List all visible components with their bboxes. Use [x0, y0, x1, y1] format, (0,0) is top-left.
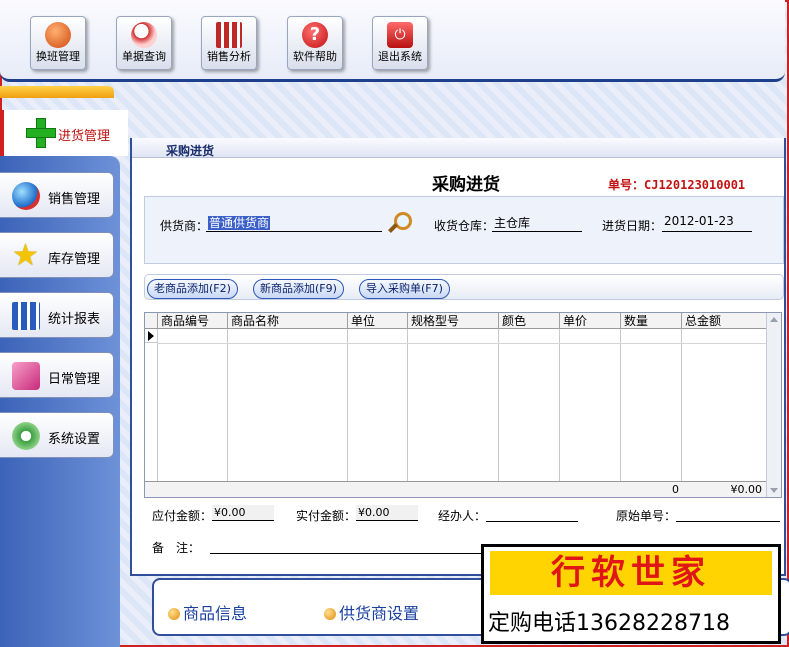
gear-icon — [12, 422, 40, 450]
nav-item-label: 库存管理 — [48, 252, 101, 267]
advertisement-banner: 行软世家 定购电话13628228718 — [481, 544, 781, 644]
top-toolbar: 换班管理 单据查询 销售分析 ? 软件帮助 ⏻ 退出系统 — [0, 0, 785, 82]
nav-item-label: 进货管理 — [58, 129, 111, 144]
total-quantity: 0 — [672, 483, 679, 496]
purchase-window: 采购进货 采购进货 单号：CJ120123010001 供货商： 普通供货商 收… — [130, 138, 786, 576]
sidebar: 销售管理 ★ 库存管理 统计报表 日常管理 系统设置 — [0, 156, 120, 647]
column-header[interactable]: 商品编号 — [157, 313, 227, 329]
window-titlebar: 采购进货 — [132, 138, 784, 158]
supplier-label: 供货商： — [160, 219, 209, 233]
help-icon: ? — [302, 22, 328, 48]
note-label: 备 注： — [152, 541, 201, 555]
date-field[interactable]: 2012-01-23 — [662, 214, 752, 232]
payable-field[interactable]: ¥0.00 — [212, 505, 274, 521]
supplier-field[interactable]: 普通供货商 — [206, 214, 382, 232]
exit-system-label: 退出系统 — [378, 50, 422, 63]
total-amount: ¥0.00 — [730, 483, 763, 496]
column-divider — [347, 329, 348, 481]
ad-phone: 定购电话13628228718 — [488, 611, 730, 636]
action-bar: 老商品添加(F2) 新商品添加(F9) 导入采购单(F7) — [144, 274, 784, 300]
column-divider — [620, 329, 621, 481]
column-header[interactable]: 单位 — [347, 313, 407, 329]
scroll-down-icon[interactable] — [770, 488, 778, 493]
table-row[interactable] — [157, 343, 767, 344]
window-title: 采购进货 — [166, 144, 215, 158]
column-header[interactable]: 商品名称 — [227, 313, 347, 329]
warehouse-field[interactable]: 主仓库 — [492, 214, 582, 232]
original-number-label: 原始单号： — [616, 509, 677, 523]
users-icon — [45, 22, 71, 48]
nav-item-label: 销售管理 — [48, 192, 101, 207]
table-scrollbar[interactable] — [766, 313, 781, 497]
table-footer: 0 ¥0.00 — [145, 481, 767, 497]
column-divider — [681, 329, 682, 481]
row-selector-arrow-icon[interactable] — [145, 329, 157, 343]
column-divider — [498, 329, 499, 481]
nav-item-system-settings[interactable]: 系统设置 — [0, 412, 114, 458]
product-table[interactable]: 商品编号 商品名称 单位 规格型号 颜色 单价 数量 总金额 0 ¥0.00 — [144, 312, 782, 498]
supplier-settings-link[interactable]: 供货商设置 — [324, 600, 419, 624]
column-divider — [559, 329, 560, 481]
power-icon: ⏻ — [387, 22, 413, 48]
column-divider — [227, 329, 228, 481]
handler-field[interactable] — [486, 504, 578, 522]
import-purchase-order-button[interactable]: 导入采购单(F7) — [359, 279, 450, 299]
payable-label: 应付金额： — [152, 509, 213, 523]
paid-label: 实付金额： — [296, 509, 357, 523]
nav-item-sales-management[interactable]: 销售管理 — [0, 172, 114, 218]
document-query-button[interactable]: 单据查询 — [116, 16, 172, 70]
supplier-search-icon[interactable] — [388, 212, 412, 234]
sales-analysis-label: 销售分析 — [207, 50, 251, 63]
column-header[interactable]: 数量 — [620, 313, 681, 329]
tools-icon — [12, 362, 40, 390]
nav-item-purchase-management[interactable]: 进货管理 — [0, 110, 128, 156]
date-label: 进货日期： — [602, 219, 663, 233]
column-header[interactable]: 规格型号 — [407, 313, 498, 329]
scroll-up-icon[interactable] — [770, 317, 778, 322]
column-header[interactable]: 单价 — [559, 313, 620, 329]
table-header: 商品编号 商品名称 单位 规格型号 颜色 单价 数量 总金额 — [145, 313, 767, 329]
nav-item-label: 系统设置 — [48, 432, 101, 447]
star-icon: ★ — [12, 238, 39, 273]
globe-icon — [12, 182, 40, 210]
nav-item-statistics-report[interactable]: 统计报表 — [0, 292, 114, 338]
nav-header-strip — [0, 86, 114, 98]
product-info-link[interactable]: 商品信息 — [168, 600, 247, 624]
nav-item-inventory-management[interactable]: ★ 库存管理 — [0, 232, 114, 278]
nav-item-daily-management[interactable]: 日常管理 — [0, 352, 114, 398]
bullet-icon — [168, 608, 180, 620]
nav-item-label: 日常管理 — [48, 372, 101, 387]
order-number: 单号：CJ120123010001 — [608, 178, 746, 192]
ad-brand: 行软世家 — [490, 551, 772, 595]
sales-analysis-button[interactable]: 销售分析 — [201, 16, 257, 70]
form-title: 采购进货 — [432, 175, 500, 195]
add-old-product-button[interactable]: 老商品添加(F2) — [147, 279, 238, 299]
handler-label: 经办人： — [438, 509, 487, 523]
column-divider — [407, 329, 408, 481]
search-icon — [131, 22, 157, 48]
product-info-label: 商品信息 — [183, 604, 248, 623]
software-help-label: 软件帮助 — [293, 50, 337, 63]
shift-management-label: 换班管理 — [36, 50, 80, 63]
supplier-settings-label: 供货商设置 — [339, 604, 420, 623]
column-divider — [157, 329, 158, 481]
column-header[interactable]: 颜色 — [498, 313, 559, 329]
paid-field[interactable]: ¥0.00 — [356, 505, 418, 521]
bar-chart-icon — [216, 22, 242, 48]
bullet-icon — [324, 608, 336, 620]
exit-system-button[interactable]: ⏻ 退出系统 — [372, 16, 428, 70]
plus-icon — [26, 118, 56, 148]
document-query-label: 单据查询 — [122, 50, 166, 63]
supplier-value: 普通供货商 — [208, 216, 271, 230]
report-icon — [12, 302, 40, 330]
warehouse-label: 收货仓库： — [434, 219, 495, 233]
column-header[interactable]: 总金额 — [681, 313, 767, 329]
software-help-button[interactable]: ? 软件帮助 — [287, 16, 343, 70]
shift-management-button[interactable]: 换班管理 — [30, 16, 86, 70]
add-new-product-button[interactable]: 新商品添加(F9) — [253, 279, 344, 299]
original-number-field[interactable] — [676, 504, 780, 522]
nav-item-label: 统计报表 — [48, 312, 101, 327]
